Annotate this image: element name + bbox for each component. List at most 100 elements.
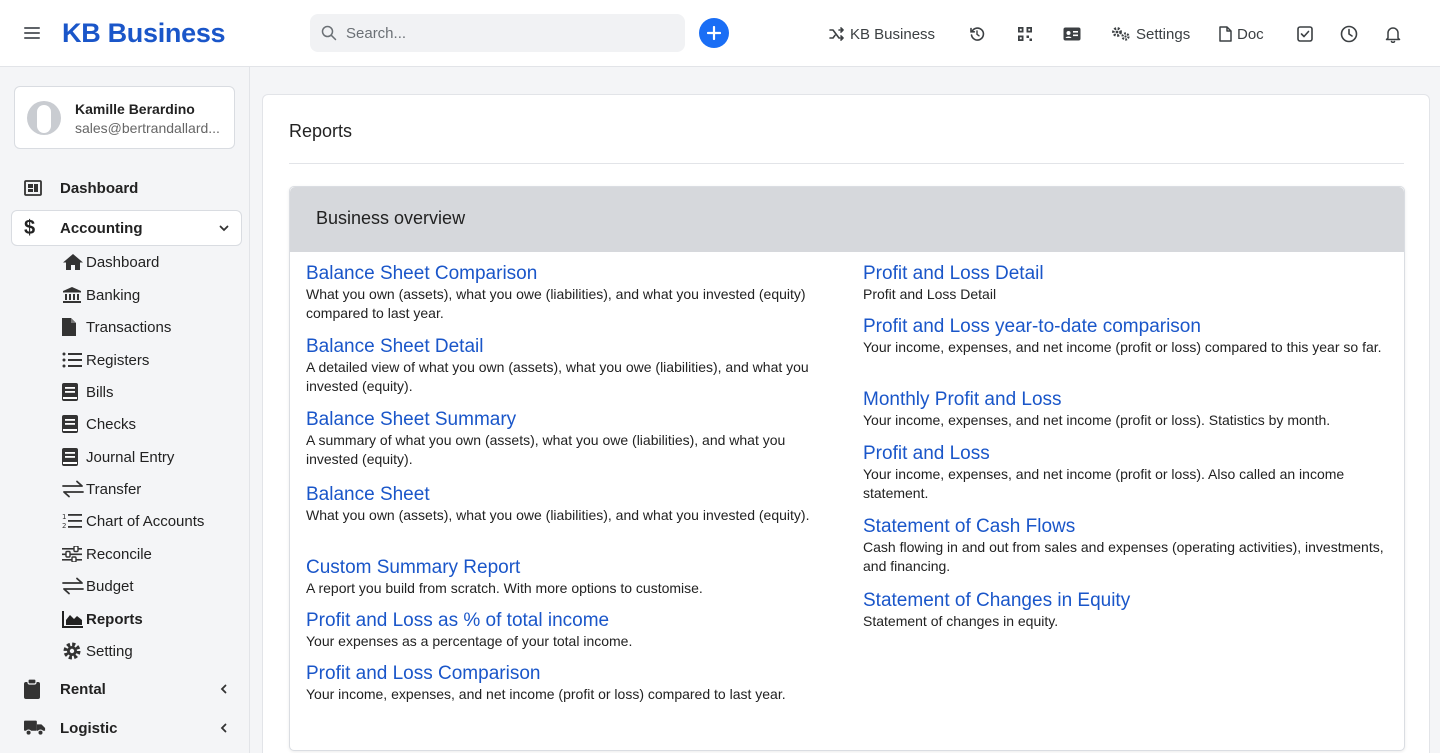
sidebar-item-dashboard[interactable]: Dashboard — [24, 177, 234, 199]
sidebar-subitem-checks[interactable]: Checks — [62, 413, 136, 435]
sidebar-subitem-label: Transfer — [86, 480, 142, 498]
report-description: Profit and Loss Detail — [863, 286, 997, 302]
sidebar-subitem-reports[interactable]: Reports — [62, 608, 143, 630]
time-button[interactable] — [1340, 22, 1358, 46]
sidebar-subitem-bills[interactable]: Bills — [62, 381, 114, 403]
report-description: What you own (assets), what you owe (lia… — [306, 286, 806, 321]
sidebar-subitem-registers[interactable]: Registers — [62, 349, 149, 371]
report-description: What you own (assets), what you owe (lia… — [306, 507, 810, 523]
menu-icon[interactable] — [24, 27, 40, 39]
report-link-profit-and-loss-percent-income[interactable]: Profit and Loss as % of total income — [306, 610, 826, 632]
sidebar-subitem-label: Bills — [86, 383, 114, 401]
history-button[interactable] — [969, 22, 985, 46]
user-name: Kamille Berardino — [75, 101, 195, 117]
dashboard-icon — [24, 180, 46, 196]
avatar — [27, 101, 61, 135]
book-icon — [62, 448, 86, 466]
contact-card-button[interactable] — [1063, 22, 1081, 46]
report-link-balance-sheet-summary[interactable]: Balance Sheet Summary — [306, 409, 826, 431]
checkbox-icon — [1297, 26, 1313, 42]
home-icon — [62, 253, 86, 271]
history-icon — [969, 26, 985, 42]
report-description: Your expenses as a percentage of your to… — [306, 633, 633, 649]
sidebar-subitem-transactions[interactable]: Transactions — [62, 316, 171, 338]
sidebar-item-label: Accounting — [60, 219, 143, 237]
section-header: Business overview — [290, 187, 1404, 252]
sidebar-subitem-transfer[interactable]: Transfer — [62, 478, 141, 500]
gear-icon — [62, 641, 86, 661]
settings-label: Settings — [1136, 25, 1191, 43]
file-icon — [62, 318, 86, 336]
report-description: Your income, expenses, and net income (p… — [863, 412, 1331, 428]
sidebar-subitem-chart-of-accounts[interactable]: 12 Chart of Accounts — [62, 510, 204, 532]
reports-card: Reports Business overview Balance Sheet … — [262, 94, 1430, 753]
report-link-balance-sheet[interactable]: Balance Sheet — [306, 484, 826, 506]
report-item: Balance Sheet Comparison What you own (a… — [306, 263, 826, 323]
report-item: Profit and Loss Comparison Your income, … — [306, 663, 826, 704]
company-switcher-button[interactable]: KB Business — [829, 22, 935, 46]
user-profile-card[interactable]: Kamille Berardino sales@bertrandallard..… — [14, 86, 235, 149]
report-description: Your income, expenses, and net income (p… — [863, 339, 1382, 355]
report-item: Balance Sheet Detail A detailed view of … — [306, 336, 826, 396]
sliders-icon — [62, 546, 86, 562]
qr-code-button[interactable] — [1018, 22, 1032, 46]
report-item: Profit and Loss Detail Profit and Loss D… — [863, 263, 1393, 304]
report-link-profit-and-loss[interactable]: Profit and Loss — [863, 443, 1393, 465]
sidebar-subitem-label: Transactions — [86, 318, 172, 336]
chevron-left-icon — [218, 682, 230, 699]
page-title: Reports — [289, 121, 353, 141]
sidebar-subitem-setting[interactable]: Setting — [62, 640, 133, 662]
sidebar-item-accounting[interactable]: $ Accounting — [24, 217, 234, 239]
report-item: Profit and Loss year-to-date comparison … — [863, 316, 1393, 357]
report-link-profit-and-loss-ytd-comparison[interactable]: Profit and Loss year-to-date comparison — [863, 316, 1393, 338]
sidebar-item-logistic[interactable]: Logistic — [24, 717, 234, 739]
tasks-button[interactable] — [1297, 22, 1313, 46]
dollar-icon: $ — [24, 216, 36, 239]
sidebar-subitem-label: Budget — [86, 577, 134, 595]
report-link-balance-sheet-comparison[interactable]: Balance Sheet Comparison — [306, 263, 826, 285]
report-link-balance-sheet-detail[interactable]: Balance Sheet Detail — [306, 336, 826, 358]
report-description: A detailed view of what you own (assets)… — [306, 359, 809, 394]
report-link-profit-and-loss-detail[interactable]: Profit and Loss Detail — [863, 263, 1393, 285]
sidebar-subitem-label: Checks — [86, 415, 137, 433]
sidebar-subitem-label: Chart of Accounts — [86, 512, 205, 530]
svg-text:2: 2 — [62, 522, 66, 530]
notifications-button[interactable] — [1385, 22, 1401, 46]
business-overview-section: Business overview Balance Sheet Comparis… — [289, 186, 1405, 751]
report-link-monthly-profit-and-loss[interactable]: Monthly Profit and Loss — [863, 389, 1398, 411]
chevron-down-icon — [218, 221, 230, 238]
report-item: Custom Summary Report A report you build… — [306, 557, 826, 598]
sidebar-subitem-journal-entry[interactable]: Journal Entry — [62, 446, 174, 468]
id-card-icon — [1063, 27, 1081, 41]
sidebar-subitem-budget[interactable]: Budget — [62, 575, 134, 597]
sidebar-subitem-dashboard[interactable]: Dashboard — [62, 251, 159, 273]
top-bar: KB Business KB Business Settings — [0, 0, 1440, 67]
report-description: A report you build from scratch. With mo… — [306, 580, 703, 596]
add-button[interactable] — [699, 18, 729, 48]
chevron-left-icon — [218, 721, 230, 738]
doc-button[interactable]: Doc — [1219, 22, 1264, 46]
report-link-profit-and-loss-comparison[interactable]: Profit and Loss Comparison — [306, 663, 826, 685]
report-link-statement-of-changes-in-equity[interactable]: Statement of Changes in Equity — [863, 590, 1393, 612]
transfer-icon — [62, 480, 86, 498]
brand-logo[interactable]: KB Business — [62, 18, 226, 49]
sidebar-subitem-reconcile[interactable]: Reconcile — [62, 543, 152, 565]
report-description: Your income, expenses, and net income (p… — [863, 466, 1345, 501]
company-label: KB Business — [850, 25, 936, 43]
sidebar-subitem-banking[interactable]: Banking — [62, 284, 140, 306]
report-item: Profit and Loss as % of total income You… — [306, 610, 826, 651]
sidebar-item-rental[interactable]: Rental — [24, 678, 234, 700]
report-link-custom-summary-report[interactable]: Custom Summary Report — [306, 557, 826, 579]
shuffle-icon — [829, 27, 845, 41]
settings-button[interactable]: Settings — [1111, 22, 1190, 46]
truck-icon — [24, 719, 46, 737]
report-description: Statement of changes in equity. — [863, 613, 1059, 629]
report-item: Statement of Changes in Equity Statement… — [863, 590, 1393, 631]
report-link-statement-of-cash-flows[interactable]: Statement of Cash Flows — [863, 516, 1393, 538]
report-item: Balance Sheet Summary A summary of what … — [306, 409, 826, 469]
search-input[interactable] — [346, 14, 676, 52]
clock-icon — [1340, 25, 1358, 43]
sidebar-subitem-label: Setting — [86, 642, 133, 660]
sidebar-subitem-label: Dashboard — [86, 253, 160, 271]
search-icon — [321, 25, 337, 41]
